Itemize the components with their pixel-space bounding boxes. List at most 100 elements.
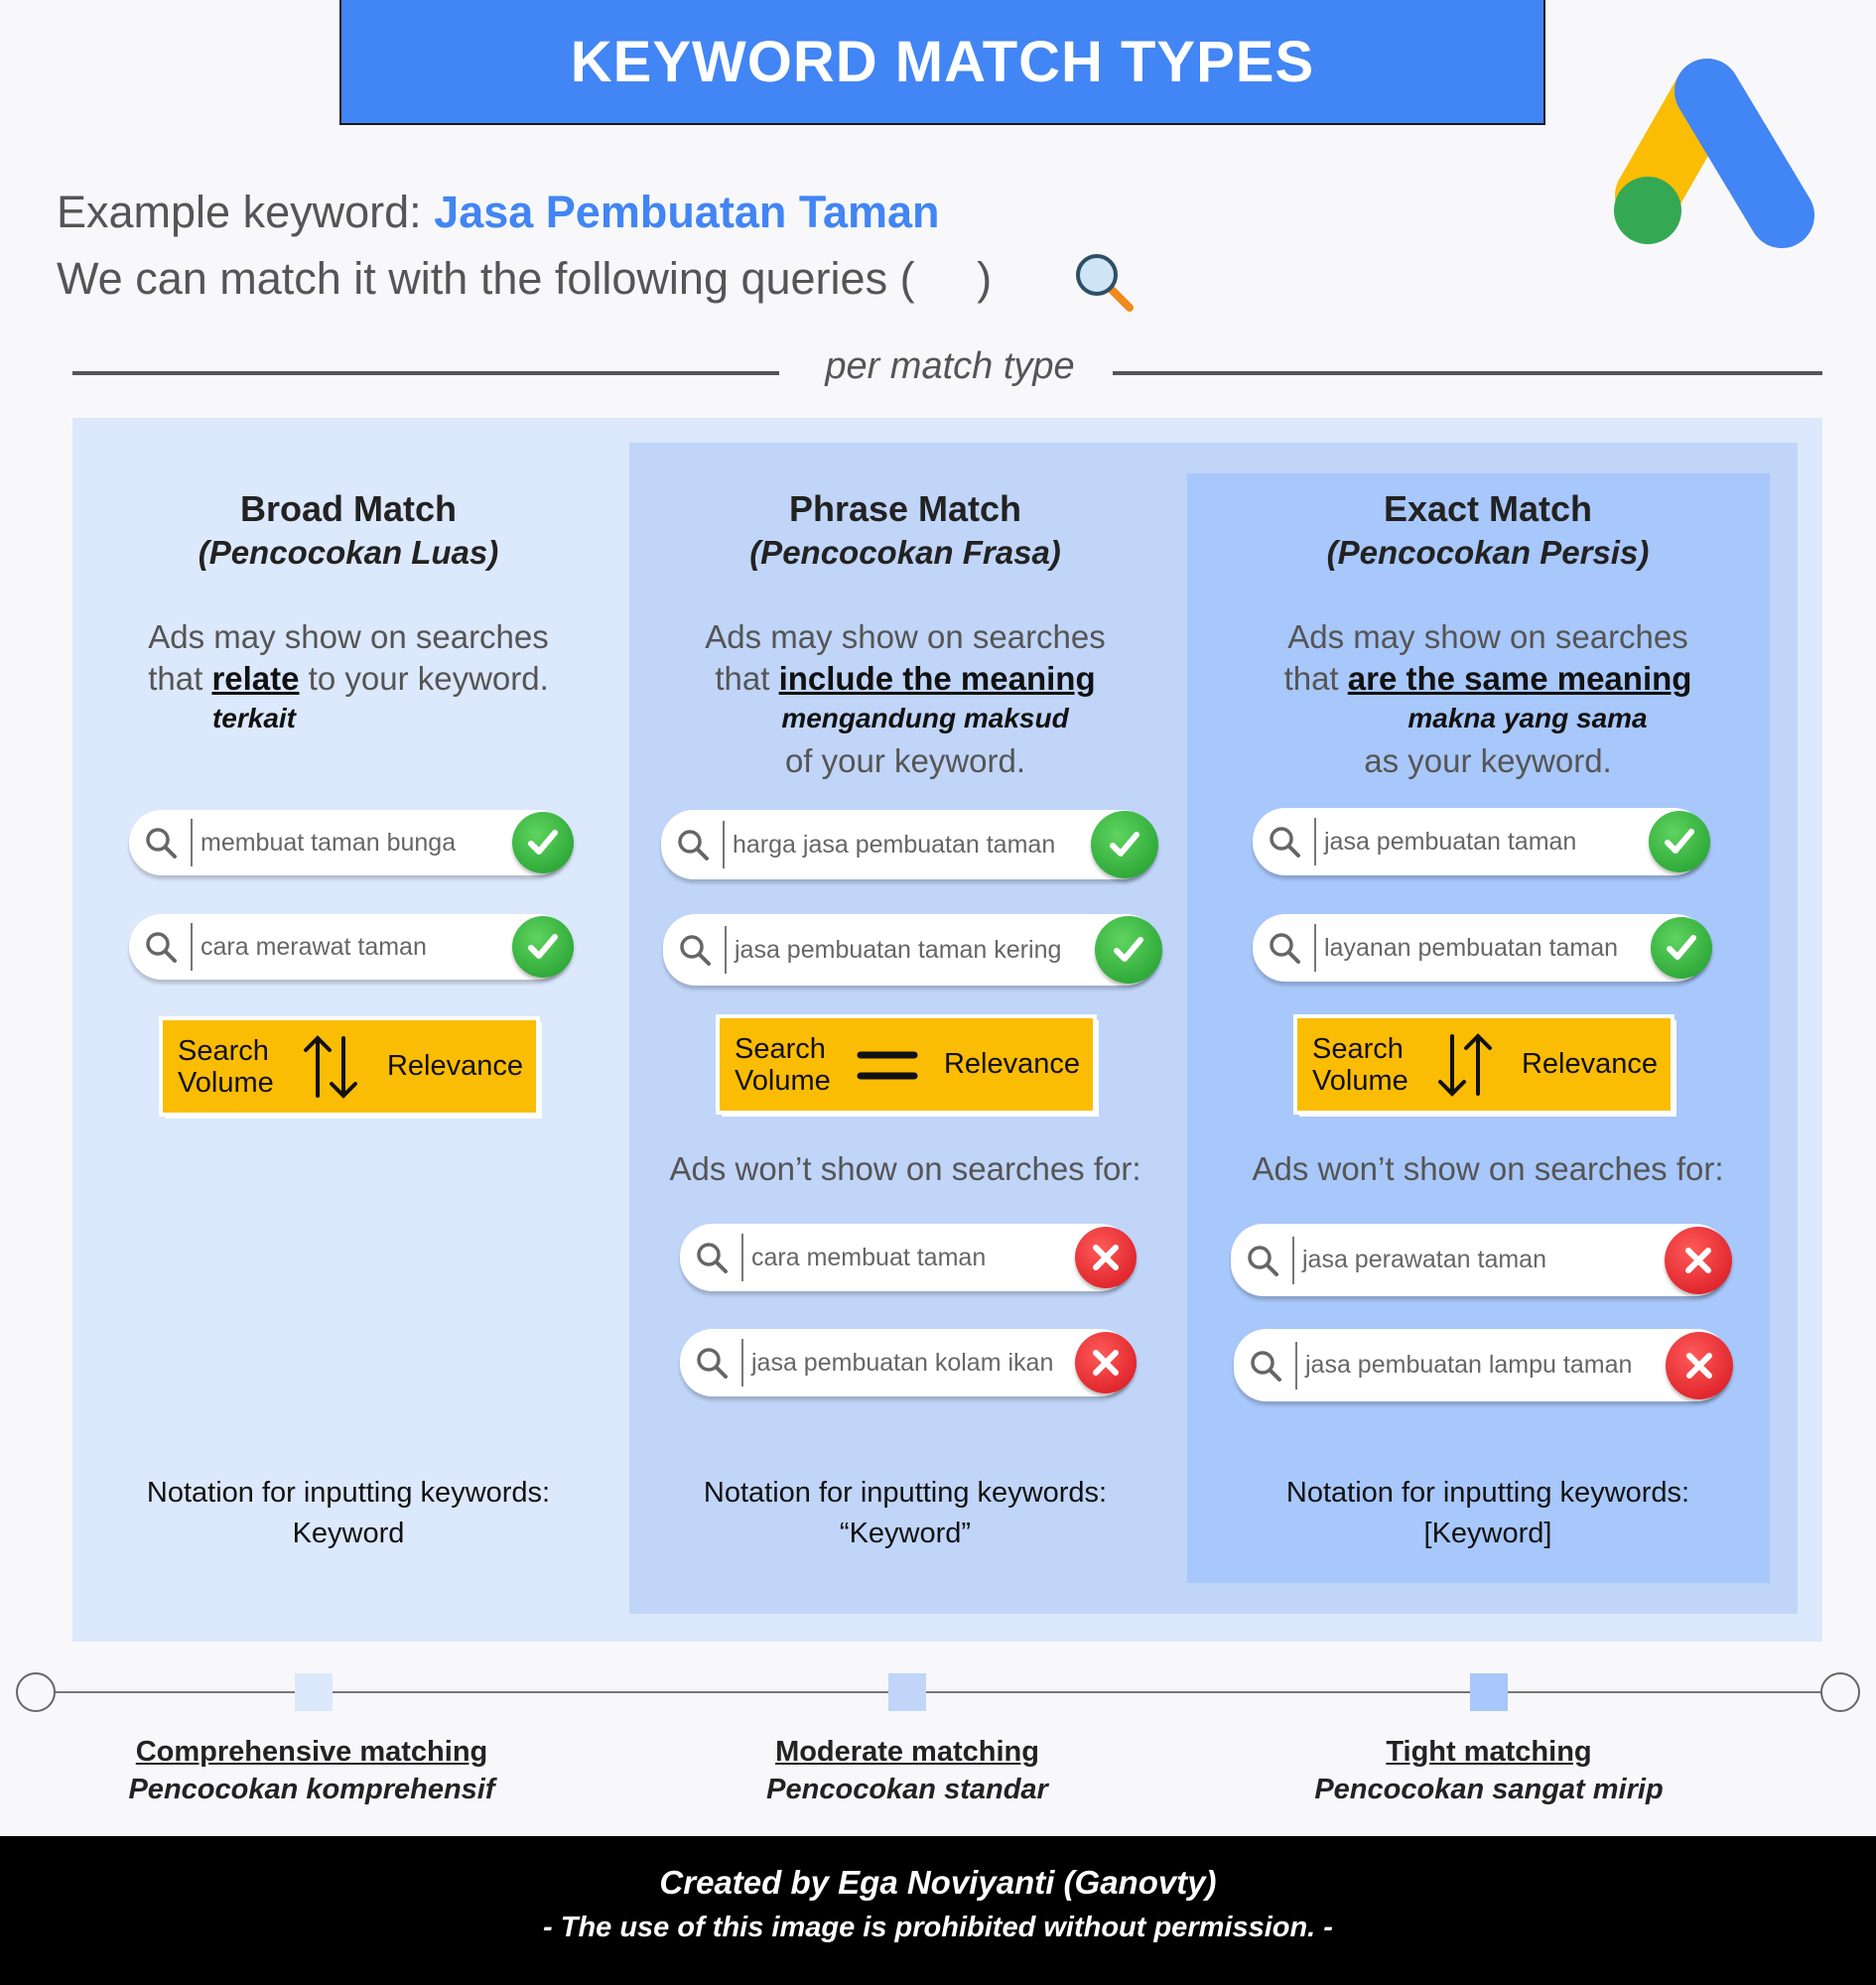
check-icon [512,812,574,873]
divider-label: per match type [825,345,1075,387]
broad-match-column: Broad Match (Pencocokan Luas) Ads may sh… [72,418,624,1642]
google-ads-logo [1614,59,1814,248]
search-icon [1267,930,1302,966]
scale-label: Moderate matching [775,1736,1039,1768]
match-query-bar: jasa pembuatan taman [1253,808,1710,875]
search-icon [675,827,711,862]
search-icon [143,825,179,860]
check-icon [1095,916,1162,984]
sv-line: Search [178,1034,269,1067]
footer-notice: - The use of this image is prohibited wi… [543,1912,1333,1943]
match-query-bar: membuat taman bunga [129,810,574,875]
description-line: that are the same meaning [1212,658,1764,700]
sv-line: Search [735,1032,826,1065]
scale-sublabel: Pencocokan sangat mirip [1314,1774,1664,1805]
x-icon [1075,1227,1137,1288]
description-line: that include the meaning [629,658,1181,700]
column-subheading: (Pencocokan Frasa) [749,534,1061,571]
relevance-label: Relevance [1521,1048,1658,1080]
desc-text: that [715,660,779,697]
footer: Created by Ega Noviyanti (Ganovty) - The… [0,1836,1876,1985]
search-icon [694,1240,730,1275]
desc-text: to your keyword. [299,660,549,697]
scale-marker-broad [295,1673,333,1711]
text-cursor [1295,1341,1297,1390]
match-query-bar: layanan pembuatan taman [1253,914,1712,982]
query-text: layanan pembuatan taman [1324,933,1619,962]
sv-line: Volume [178,1066,274,1099]
search-volume-label: Search Volume [178,1035,274,1099]
x-icon [1075,1332,1137,1393]
query-text: membuat taman bunga [201,828,457,857]
footer-credit: Created by Ega Noviyanti (Ganovty) [659,1864,1217,1901]
check-icon [1091,811,1158,878]
description-line: Ads may show on searches [1287,618,1688,655]
scale-label-exact: Tight matching Pencocokan sangat mirip [1211,1733,1767,1808]
desc-key-phrase: include the meaning [778,660,1096,697]
column-heading: Phrase Match [788,488,1022,529]
x-icon [1666,1331,1733,1399]
scale-label-phrase: Moderate matching Pencocokan standar [629,1733,1185,1808]
text-cursor [1292,1236,1294,1284]
text-cursor [725,926,727,974]
search-icon [677,932,713,968]
scale-end-circle [1820,1672,1860,1712]
search-volume-label: Search Volume [1312,1033,1408,1097]
wont-show-label: Ads won’t show on searches for: [669,1150,1141,1187]
desc-key-phrase: are the same meaning [1347,660,1692,697]
scale-start-circle [16,1672,56,1712]
notation-value: “Keyword” [839,1518,972,1549]
equals-icon [857,1051,918,1079]
non-match-query-bar: jasa perawatan taman [1231,1224,1732,1296]
column-subheading: (Pencocokan Luas) [198,534,499,571]
query-text: jasa pembuatan taman kering [735,935,1062,964]
query-text: jasa perawatan taman [1302,1246,1546,1273]
text-cursor [191,923,193,971]
relevance-label: Relevance [943,1048,1080,1080]
query-text: jasa pembuatan kolam ikan [751,1348,1054,1377]
description-line: as your keyword. [1364,742,1612,779]
page-title: KEYWORD MATCH TYPES [570,29,1315,94]
column-heading: Broad Match [239,488,458,529]
text-cursor [723,821,725,868]
scale-sublabel: Pencocokan komprehensif [128,1774,495,1805]
non-match-query-bar: jasa pembuatan kolam ikan [680,1329,1137,1396]
scale-label-broad: Comprehensive matching Pencocokan kompreh… [34,1733,590,1808]
gloss-translation: terkait [211,703,297,733]
search-icon [694,1345,730,1381]
query-text: harga jasa pembuatan taman [733,830,1056,859]
description-line: Ads may show on searches [705,618,1106,655]
wont-show-label: Ads won’t show on searches for: [1252,1150,1724,1187]
text-cursor [741,1339,743,1387]
gloss-translation: makna yang sama [1407,703,1648,733]
match-query-bar: harga jasa pembuatan taman [661,810,1158,879]
text-cursor [741,1234,743,1281]
text-cursor [1314,924,1316,972]
relevance-box: Search Volume Relevance [716,1014,1097,1115]
check-icon [1649,811,1710,872]
check-icon [1651,917,1712,979]
notation-value: Keyword [292,1518,405,1549]
search-icon [1245,1243,1280,1278]
notation-label: Notation for inputting keywords: [146,1477,551,1509]
scale-marker-phrase [888,1673,926,1711]
example-keyword: Jasa Pembuatan Taman [434,187,940,237]
sv-line: Volume [735,1064,831,1097]
x-icon [1665,1226,1732,1294]
search-icon [1267,824,1302,860]
column-heading: Exact Match [1383,488,1593,529]
scale-marker-exact [1470,1673,1508,1711]
query-text: cara membuat taman [751,1243,987,1271]
desc-text: that [148,660,212,697]
description-line: Ads may show on searches [148,618,549,655]
down-up-arrows-icon [1437,1032,1492,1097]
scale-label: Comprehensive matching [135,1736,488,1768]
up-down-arrows-icon [303,1034,357,1099]
text-cursor [1314,818,1316,865]
phrase-match-column: Phrase Match (Pencocokan Frasa) Ads may … [629,418,1181,1642]
notation-value: [Keyword] [1423,1518,1552,1549]
search-volume-label: Search Volume [735,1033,831,1097]
desc-key-phrase: relate [211,660,300,697]
relevance-box: Search Volume Relevance [1293,1014,1675,1115]
search-icon [1248,1348,1283,1384]
